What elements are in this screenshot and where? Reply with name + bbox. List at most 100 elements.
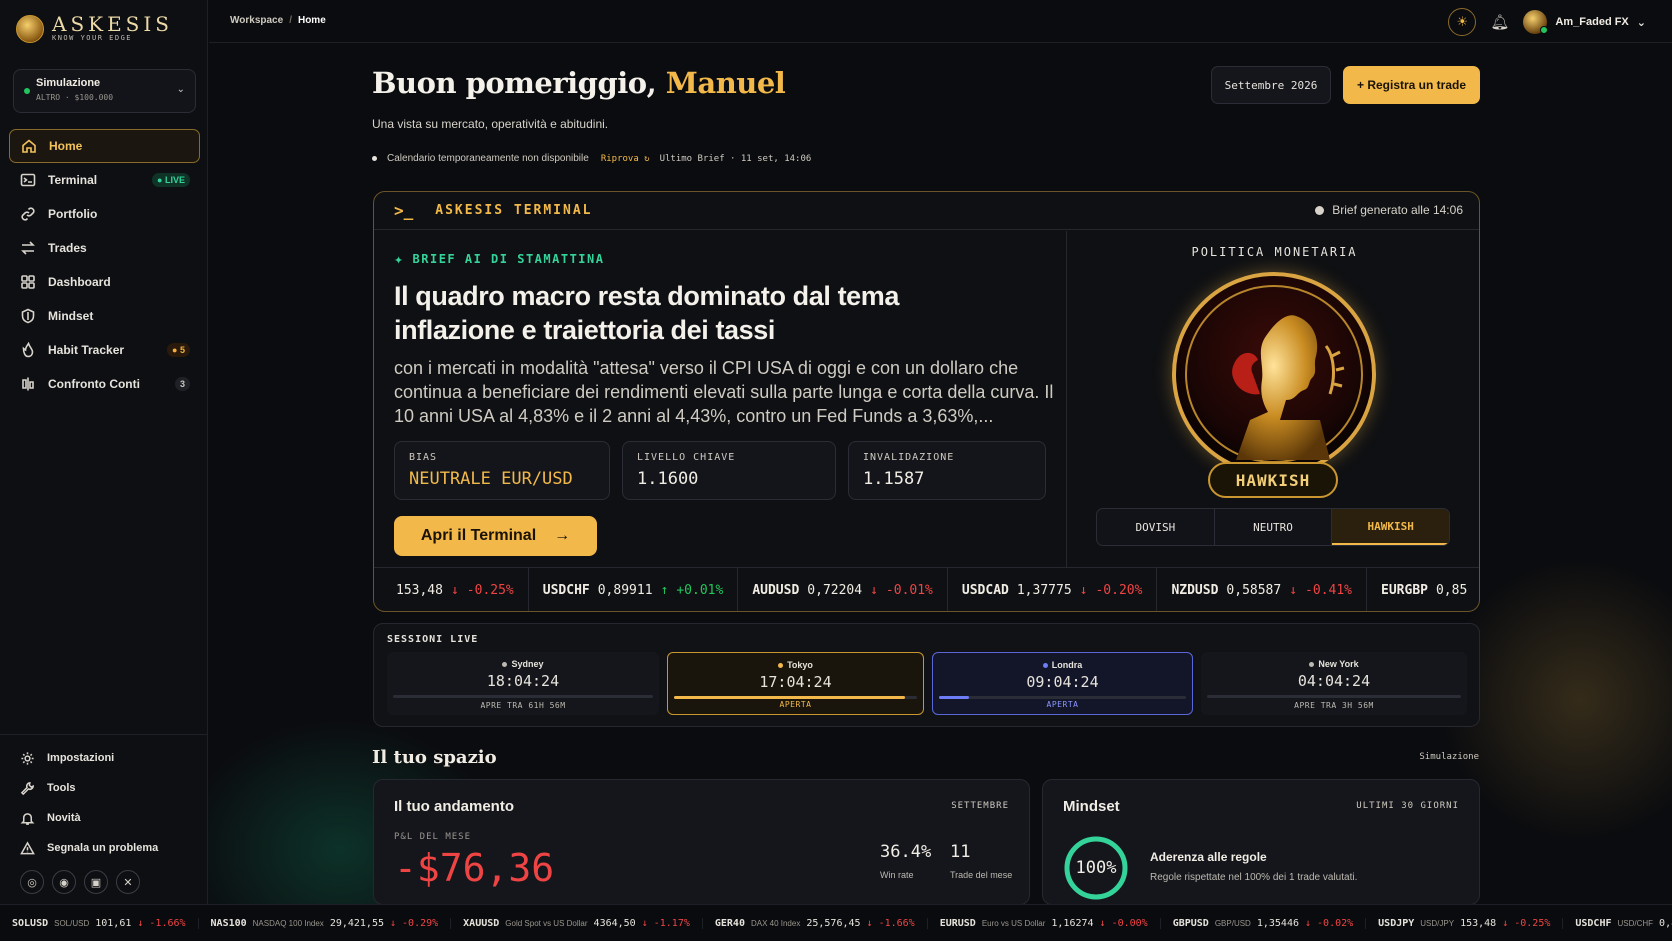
stat-value: 36.4% <box>880 842 932 862</box>
account-name: Simulazione <box>36 77 101 89</box>
sidebar-item-label: Trades <box>48 241 87 255</box>
performance-card[interactable]: Il tuo andamento SETTEMBRE P&L DEL MESE … <box>373 779 1030 905</box>
month-selector[interactable]: Settembre 2026 <box>1211 66 1331 104</box>
calendar-status: Calendario temporaneamente non disponibi… <box>372 153 811 164</box>
sidebar-item-trades[interactable]: Trades <box>9 231 200 265</box>
sidebar-item-novita[interactable]: Novità <box>9 803 200 833</box>
sidebar-item-segnala[interactable]: Segnala un problema <box>9 833 200 863</box>
register-trade-button[interactable]: + Registra un trade <box>1343 66 1480 104</box>
ticker-item[interactable]: EURGBP 0,85 <box>1367 568 1479 611</box>
segment-hawkish[interactable]: HAWKISH <box>1332 509 1449 545</box>
top-bar: Workspace / Home ☀ 🔔︎ Am_Faded FX ⌄ <box>209 0 1672 43</box>
pnl-label: P&L DEL MESE <box>394 832 472 842</box>
instagram-icon[interactable]: ▣ <box>84 870 108 894</box>
ticker-price: 0,89911 <box>1659 917 1672 929</box>
sidebar-item-mindset[interactable]: Mindset <box>9 299 200 333</box>
last-brief-time: Ultimo Brief · 11 set, 14:06 <box>659 153 812 164</box>
theme-toggle-sun-icon[interactable]: ☀ <box>1448 8 1477 36</box>
bottom-ticker-item[interactable]: USDJPY USD/JPY 153,48 ↓ -0.25% <box>1366 917 1564 929</box>
kpi-value: 1.1600 <box>637 469 699 489</box>
session-card-sydney[interactable]: Sydney 18:04:24 APRE TRA 61H 56M <box>387 652 659 715</box>
adherence-title: Aderenza alle regole <box>1150 850 1267 864</box>
logo[interactable]: ASKESIS KNOW YOUR EDGE <box>16 14 173 43</box>
sidebar-item-label: Confronto Conti <box>48 377 140 391</box>
sidebar-item-confronto-conti[interactable]: Confronto Conti 3 <box>9 367 200 401</box>
chevron-down-icon: ⌄ <box>176 84 185 95</box>
brief-generated: Brief generato alle 14:06 <box>1315 203 1463 217</box>
account-selector[interactable]: Simulazione ALTRO · $100.000 ⌄ <box>13 69 196 113</box>
bottom-ticker-item[interactable]: NAS100 NASDAQ 100 Index 29,421,55 ↓ -0.29% <box>199 917 452 929</box>
kpi-invalidazione: INVALIDAZIONE 1.1587 <box>848 441 1046 500</box>
calendar-note: Calendario temporaneamente non disponibi… <box>387 153 589 164</box>
retry-button[interactable]: Riprova ↻ <box>601 154 650 164</box>
session-progress <box>1207 695 1461 698</box>
session-dot <box>502 661 508 667</box>
bottom-ticker-item[interactable]: USDCHF USD/CHF 0,89911 <box>1563 918 1672 929</box>
brief-panel: ✦ BRIEF AI DI STAMATTINA Il quadro macro … <box>374 231 1067 567</box>
habit-count-badge: ● 5 <box>167 343 190 357</box>
bottom-ticker-item[interactable]: EURUSD Euro vs US Dollar 1,16274 ↓ -0.00% <box>928 917 1161 929</box>
session-time: 04:04:24 <box>1297 672 1371 690</box>
session-card-new-york[interactable]: New York 04:04:24 APRE TRA 3H 56M <box>1201 652 1467 715</box>
ticker-price: 4364,50 <box>593 917 636 929</box>
bottom-ticker-item[interactable]: SOLUSD SOL/USD 101,61 ↓ -1.66% <box>0 917 199 929</box>
warning-icon <box>20 840 35 854</box>
discord-icon[interactable]: ◉ <box>52 870 76 894</box>
ticker-description: NASDAQ 100 Index <box>252 918 324 928</box>
session-city: Sydney <box>511 659 544 669</box>
sidebar-item-home[interactable]: Home <box>9 129 200 163</box>
ticker-item[interactable]: USDCHF 0,89911 ↑ +0.01% <box>529 568 739 611</box>
greeting-text: Buon pomeriggio, <box>372 66 657 100</box>
session-card-londra[interactable]: Londra 09:04:24 APERTA <box>932 652 1193 715</box>
bottom-ticker-item[interactable]: GER40 DAX 40 Index 25,576,45 ↓ -1.66% <box>703 917 928 929</box>
swap-icon <box>21 241 35 255</box>
sidebar-item-terminal[interactable]: Terminal ● LIVE <box>9 163 200 197</box>
policy-label: POLITICA MONETARIA <box>1191 245 1358 259</box>
ticker-change: -1.17% <box>653 917 690 929</box>
ticker-description: Gold Spot vs US Dollar <box>505 918 588 928</box>
adherence-value: 100% <box>1075 858 1117 878</box>
arrow-down-icon: ↓ <box>1099 917 1106 929</box>
bottom-ticker-item[interactable]: XAUUSD Gold Spot vs US Dollar 4364,50 ↓ -1.1… <box>451 917 703 929</box>
session-dot <box>778 662 784 668</box>
session-card-tokyo[interactable]: Tokyo 17:04:24 APERTA <box>667 652 924 715</box>
ticker-item[interactable]: 153,48 ↓ -0.25% <box>374 568 529 611</box>
sidebar: ASKESIS KNOW YOUR EDGE Simulazione ALTRO… <box>0 0 208 904</box>
sidebar-item-label: Habit Tracker <box>48 343 125 357</box>
ticker-symbol: USDCHF <box>1575 917 1612 929</box>
compare-icon <box>22 377 34 391</box>
sidebar-item-label: Segnala un problema <box>47 842 159 854</box>
brief-headline: Il quadro macro resta dominato dal tema … <box>394 281 900 345</box>
mindset-card[interactable]: Mindset ULTIMI 30 GIORNI 100% Aderenza a… <box>1042 779 1480 905</box>
ticker-item[interactable]: AUDUSD 0,72204 ↓ -0.01% <box>738 568 948 611</box>
breadcrumb-root[interactable]: Workspace <box>230 15 283 26</box>
segment-dovish[interactable]: DOVISH <box>1097 509 1215 545</box>
hawkish-medal-emblem <box>1172 272 1376 476</box>
stat-label: Trade del mese <box>950 870 1013 880</box>
ticker-symbol: SOLUSD <box>12 917 49 929</box>
space-mode: Simulazione <box>1419 752 1479 762</box>
ticker-description: Euro vs US Dollar <box>981 918 1046 928</box>
segment-neutro[interactable]: NEUTRO <box>1215 509 1333 545</box>
sidebar-item-habit-tracker[interactable]: Habit Tracker ● 5 <box>9 333 200 367</box>
sidebar-item-dashboard[interactable]: Dashboard <box>9 265 200 299</box>
sidebar-item-portfolio[interactable]: Portfolio <box>9 197 200 231</box>
page-subtitle: Una vista su mercato, operatività e abit… <box>372 117 609 131</box>
session-city: New York <box>1318 659 1359 669</box>
kpi-label: INVALIDAZIONE <box>863 452 955 463</box>
section-title: Il tuo spazio <box>372 747 497 768</box>
open-terminal-button[interactable]: Apri il Terminal → <box>394 516 597 556</box>
web-icon[interactable]: ◎ <box>20 870 44 894</box>
ticker-item[interactable]: USDCAD 1,37775 ↓ -0.20% <box>948 568 1158 611</box>
stat-value: 11 <box>950 842 971 862</box>
sidebar-item-label: Mindset <box>48 309 94 323</box>
ticker-item[interactable]: NZDUSD 0,58587 ↓ -0.41% <box>1157 568 1368 611</box>
x-icon[interactable]: ✕ <box>116 870 140 894</box>
notifications-bell-icon[interactable]: 🔔︎ <box>1490 13 1509 31</box>
sidebar-item-impostazioni[interactable]: Impostazioni <box>9 743 200 773</box>
terminal-title: ASKESIS TERMINAL <box>435 203 593 218</box>
user-menu[interactable]: Am_Faded FX ⌄ <box>1523 10 1646 34</box>
monetary-policy-panel: POLITICA MONETARIA HAWKISH DOVISH NEUTRO… <box>1068 231 1479 567</box>
sidebar-item-tools[interactable]: Tools <box>9 773 200 803</box>
bottom-ticker-item[interactable]: GBPUSD GBP/USD 1,35446 ↓ -0.02% <box>1161 917 1367 929</box>
